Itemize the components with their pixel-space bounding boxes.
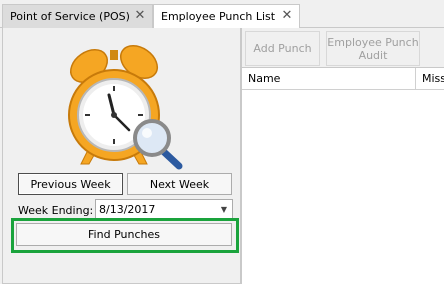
employee-punch-audit-button[interactable]: Employee Punch Audit: [326, 31, 420, 66]
next-week-button[interactable]: Next Week: [127, 173, 232, 195]
close-icon[interactable]: ✕: [281, 9, 293, 22]
alarm-clock-magnifier-icon: [68, 45, 183, 170]
tab-point-of-service[interactable]: Point of Service (POS) ✕: [2, 4, 153, 28]
audit-label-line2: Audit: [358, 48, 388, 62]
tab-employee-punch-list[interactable]: Employee Punch List ✕: [153, 4, 300, 29]
app-window: Point of Service (POS) ✕ Employee Punch …: [0, 0, 444, 284]
previous-week-button[interactable]: Previous Week: [18, 173, 123, 195]
tab-strip: Point of Service (POS) ✕ Employee Punch …: [0, 0, 444, 29]
week-ending-label: Week Ending:: [18, 203, 94, 217]
audit-label-line1: Employee Punch: [327, 35, 419, 49]
find-punches-button[interactable]: Find Punches: [16, 223, 232, 246]
column-header-miss[interactable]: Miss: [416, 68, 444, 89]
tab-label: Point of Service (POS): [10, 10, 130, 23]
audit-button-label: Employee Punch Audit: [327, 36, 418, 62]
chevron-down-icon[interactable]: ▼: [216, 200, 232, 218]
tab-label: Employee Punch List: [161, 10, 276, 23]
column-header-name[interactable]: Name: [242, 68, 416, 89]
right-panel: Add Punch Employee Punch Audit Name Miss: [241, 28, 444, 284]
week-ending-value: 8/13/2017: [99, 202, 156, 216]
add-punch-button[interactable]: Add Punch: [245, 31, 320, 66]
toolbar: Add Punch Employee Punch Audit: [242, 28, 444, 68]
week-ending-date-picker[interactable]: 8/13/2017 ▼: [95, 199, 233, 219]
grid-header: Name Miss: [242, 68, 444, 90]
close-icon[interactable]: ✕: [134, 9, 146, 22]
left-panel: Previous Week Next Week Week Ending: 8/1…: [2, 28, 241, 284]
